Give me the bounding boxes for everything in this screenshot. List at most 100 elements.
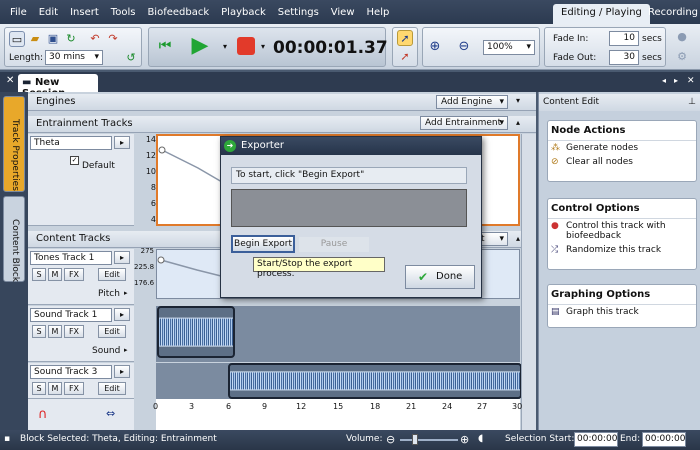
solo-button[interactable]: S: [32, 382, 46, 395]
fade-out-input[interactable]: 30: [609, 50, 639, 65]
menu-help[interactable]: Help: [361, 7, 396, 18]
edit-button[interactable]: Edit: [98, 268, 126, 281]
tab-editing-playing[interactable]: Editing / Playing: [553, 4, 650, 24]
status-text: Block Selected: Theta, Editing: Entrainm…: [20, 434, 217, 444]
fade-in-input[interactable]: 10: [609, 31, 639, 46]
chevron-down-icon: ▾: [499, 234, 504, 244]
settings-gear-icon[interactable]: ⚙: [674, 49, 690, 65]
magnet-icon[interactable]: ∩: [38, 407, 48, 422]
menu-biofeedback[interactable]: Biofeedback: [141, 7, 215, 18]
audio-clip[interactable]: [228, 363, 522, 399]
zoom-select[interactable]: 100% ▾: [483, 40, 535, 55]
tab-content-block[interactable]: Content Block: [3, 196, 25, 282]
rewind-icon[interactable]: ⏮: [157, 38, 173, 54]
mute-button[interactable]: M: [48, 268, 62, 281]
scroll-tabs-left-icon[interactable]: ◂: [662, 76, 666, 85]
track-name-field[interactable]: Theta: [30, 136, 112, 150]
generate-nodes-link[interactable]: ⁂ Generate nodes: [548, 141, 696, 155]
add-entrainment-button[interactable]: Add Entrainment ▾: [420, 116, 508, 130]
track-name-field[interactable]: Sound Track 3: [30, 365, 112, 379]
biofeedback-control-link[interactable]: ● Control this track with biofeedback: [548, 219, 696, 243]
save-icon[interactable]: ▣: [45, 31, 61, 47]
scroll-tabs-right-icon[interactable]: ▸: [674, 76, 678, 85]
randomize-link[interactable]: ⤮ Randomize this track: [548, 243, 696, 257]
chevron-down-icon: ▾: [526, 42, 531, 52]
collapse-icon[interactable]: ▾: [516, 96, 520, 105]
menu-settings[interactable]: Settings: [272, 7, 325, 18]
zoom-out-icon[interactable]: ⊖: [456, 39, 472, 55]
track-name-field[interactable]: Sound Track 1: [30, 308, 112, 322]
volume-up-icon[interactable]: ⊕: [460, 433, 469, 446]
tab-new-session[interactable]: ▬ New Session: [18, 74, 98, 99]
volume-down-icon[interactable]: ⊖: [386, 433, 395, 446]
undo-icon[interactable]: ↶: [87, 31, 103, 47]
done-button[interactable]: ✔ Done: [405, 265, 475, 289]
graph-track-link[interactable]: ▤ Graph this track: [548, 305, 696, 319]
begin-export-button[interactable]: Begin Export: [231, 235, 295, 253]
solo-button[interactable]: S: [32, 268, 46, 281]
pin-icon[interactable]: ⊥: [688, 97, 696, 107]
mute-button[interactable]: M: [48, 325, 62, 338]
mute-button[interactable]: M: [48, 382, 62, 395]
edit-button[interactable]: Edit: [98, 382, 126, 395]
volume-slider-handle[interactable]: [412, 434, 418, 445]
menu-tools[interactable]: Tools: [105, 7, 142, 18]
fit-width-icon[interactable]: ⇔: [106, 407, 115, 420]
speaker-icon[interactable]: ◖: [478, 433, 483, 444]
reset-length-icon[interactable]: ↺: [123, 50, 139, 66]
menu-edit[interactable]: Edit: [33, 7, 64, 18]
y-tick: 10: [145, 167, 156, 176]
track-name-field[interactable]: Tones Track 1: [30, 251, 112, 265]
zoom-in-icon[interactable]: ⊕: [427, 39, 443, 55]
pitch-label: Pitch: [98, 289, 120, 299]
close-icon[interactable]: ✕: [6, 75, 14, 86]
expand-icon[interactable]: ▸: [124, 346, 128, 354]
fx-button[interactable]: FX: [64, 325, 84, 338]
menu-view[interactable]: View: [325, 7, 361, 18]
audio-clip[interactable]: [157, 306, 235, 358]
default-checkbox[interactable]: ✓: [70, 156, 79, 165]
edit-button[interactable]: Edit: [98, 325, 126, 338]
new-file-icon[interactable]: ▭: [9, 31, 25, 47]
vertical-scrollbar[interactable]: [521, 134, 536, 430]
pause-button[interactable]: Pause: [299, 237, 369, 252]
pointer-tool-icon[interactable]: ➚: [397, 30, 413, 46]
menu-file[interactable]: File: [0, 7, 33, 18]
open-folder-icon[interactable]: ▰: [27, 31, 43, 47]
refresh-icon[interactable]: ↻: [63, 31, 79, 47]
track-menu-button[interactable]: ▸: [114, 136, 130, 149]
control-options-card: Control Options ● Control this track with…: [547, 198, 697, 270]
track-menu-button[interactable]: ▸: [114, 365, 130, 378]
length-select[interactable]: 30 mins ▾: [45, 50, 103, 65]
tab-recording[interactable]: Recording: [640, 4, 700, 24]
collapse-icon[interactable]: ▴: [516, 234, 520, 243]
expand-icon[interactable]: ▸: [124, 289, 128, 297]
solo-button[interactable]: S: [32, 325, 46, 338]
help-circle-icon[interactable]: ●: [674, 29, 690, 45]
add-engine-button[interactable]: Add Engine ▾: [436, 95, 508, 109]
menu-playback[interactable]: Playback: [215, 7, 272, 18]
y-tick: 4: [150, 215, 156, 224]
selection-start-field[interactable]: 00:00:00: [574, 432, 618, 447]
volume-slider[interactable]: [400, 439, 458, 441]
collapse-icon[interactable]: ▴: [516, 118, 520, 127]
volume-label: Volume:: [346, 434, 383, 444]
close-all-icon[interactable]: ✕: [687, 76, 695, 86]
stop-icon[interactable]: [237, 37, 255, 55]
tab-track-properties[interactable]: Track Properties: [3, 96, 25, 192]
redo-icon[interactable]: ↷: [105, 31, 121, 47]
play-icon[interactable]: ▶: [189, 35, 211, 57]
clear-nodes-link[interactable]: ⊘ Clear all nodes: [548, 155, 696, 169]
selection-end-field[interactable]: 00:00:00: [642, 432, 686, 447]
track-menu-button[interactable]: ▸: [114, 308, 130, 321]
menu-insert[interactable]: Insert: [64, 7, 105, 18]
add-entrainment-label: Add Entrainment: [425, 118, 502, 128]
time-display: 00:00:01.37: [273, 38, 388, 58]
fx-button[interactable]: FX: [64, 268, 84, 281]
track-menu-button[interactable]: ▸: [114, 251, 130, 264]
node-pointer-icon[interactable]: ➚: [397, 49, 413, 65]
graphing-options-title: Graphing Options: [548, 285, 696, 305]
play-options-chevron-icon[interactable]: ▾: [223, 42, 227, 51]
fx-button[interactable]: FX: [64, 382, 84, 395]
timeline-tick: 24: [442, 402, 453, 411]
